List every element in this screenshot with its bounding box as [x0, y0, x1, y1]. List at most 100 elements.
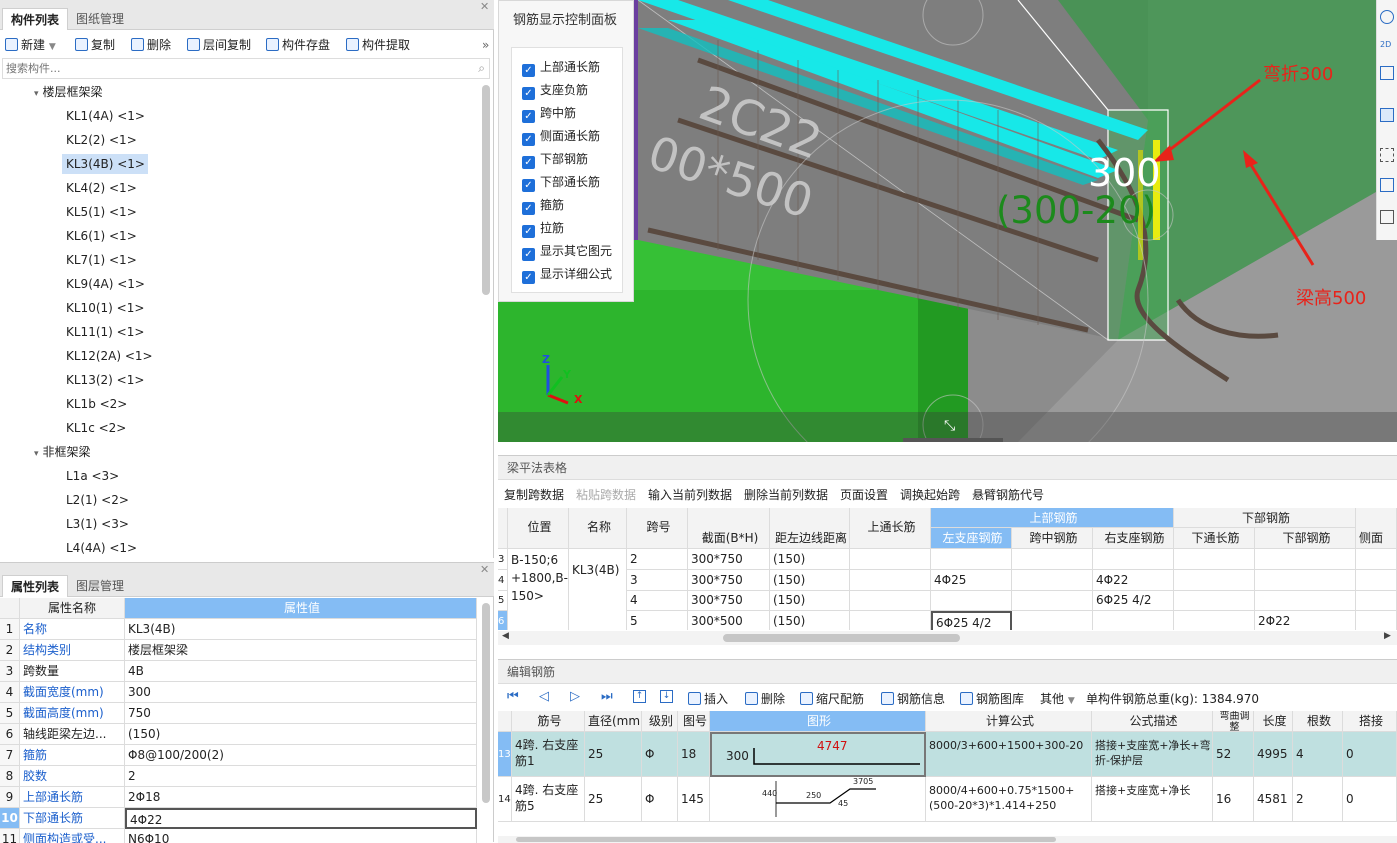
view-cube-icon[interactable]	[1380, 108, 1394, 122]
tab-component-list[interactable]: 构件列表	[2, 8, 69, 30]
pingfa-tool-3[interactable]: 删除当前列数据	[744, 483, 828, 507]
tree-group-frame-beam[interactable]: ▾ 楼层框架梁	[34, 82, 103, 102]
grade-cell[interactable]: Φ	[642, 732, 678, 777]
tree-item-beam[interactable]: KL7(1) <1>	[62, 250, 141, 270]
property-value[interactable]: (150)	[125, 724, 477, 745]
first-record-icon[interactable]: ⏮	[507, 689, 519, 704]
side-cell[interactable]	[1356, 610, 1397, 630]
shape-cell[interactable]: 440 250 3705 45	[710, 777, 926, 822]
tree-item-beam[interactable]: L1a <3>	[62, 466, 123, 486]
extract-component-button[interactable]: 构件提取	[346, 33, 410, 57]
side-cell[interactable]	[1356, 590, 1397, 611]
bottom-rebar-cell[interactable]	[1255, 590, 1356, 611]
checkbox-row[interactable]: ✓ 下部通长筋	[522, 173, 600, 192]
tree-item-beam[interactable]: KL13(2) <1>	[62, 370, 148, 390]
3d-viewport[interactable]: 300 (300-20) 2C22 00*500 弯折300 梁高500 Z Y…	[498, 0, 1397, 442]
edit-scroll-thumb[interactable]	[516, 837, 1056, 842]
bottom-cont-cell[interactable]	[1174, 590, 1255, 611]
more-arrow-icon[interactable]: »	[482, 33, 489, 57]
tree-item-beam[interactable]: KL11(1) <1>	[62, 322, 148, 342]
span-cell[interactable]: 2	[627, 549, 688, 570]
mid-cell[interactable]	[1012, 590, 1093, 611]
top-cont-cell[interactable]	[850, 569, 931, 591]
count-cell[interactable]: 2	[1293, 777, 1343, 822]
pingfa-tool-1[interactable]: 粘贴跨数据	[576, 483, 636, 507]
dist-cell[interactable]: (150)	[770, 549, 850, 570]
move-up-icon[interactable]: ↑	[633, 690, 646, 703]
left-support-cell[interactable]: 4Φ25	[931, 569, 1012, 591]
tree-item-beam[interactable]: KL3(4B) <1>	[62, 154, 148, 174]
checkbox-checked-icon[interactable]: ✓	[522, 156, 535, 169]
checkbox-checked-icon[interactable]: ✓	[522, 225, 535, 238]
search-input[interactable]	[3, 59, 443, 78]
left-support-cell[interactable]	[931, 590, 1012, 611]
bottom-rebar-cell[interactable]	[1255, 569, 1356, 591]
tab-drawing-management[interactable]: 图纸管理	[68, 8, 132, 30]
property-value[interactable]: Φ8@100/200(2)	[125, 745, 477, 766]
pingfa-tool-5[interactable]: 调换起始跨	[900, 483, 960, 507]
select-icon[interactable]	[1380, 148, 1394, 162]
property-value[interactable]: KL3(4B)	[125, 619, 477, 640]
formula-cell[interactable]: 8000/3+600+1500+300-20	[926, 732, 1092, 777]
tree-item-beam[interactable]: KL5(1) <1>	[62, 202, 141, 222]
bend-adj-cell[interactable]: 52	[1213, 732, 1254, 777]
tab-property-list[interactable]: 属性列表	[2, 575, 69, 597]
dist-cell[interactable]: (150)	[770, 569, 850, 591]
right-support-cell[interactable]	[1093, 610, 1174, 630]
checkbox-checked-icon[interactable]: ✓	[522, 133, 535, 146]
scroll-left-icon[interactable]: ◀	[502, 631, 509, 641]
scale-rebar-button[interactable]: 缩尺配筋	[800, 687, 864, 711]
checkbox-checked-icon[interactable]: ✓	[522, 87, 535, 100]
checkbox-row[interactable]: ✓ 显示详细公式	[522, 265, 612, 284]
formula-desc-cell[interactable]: 搭接+支座宽+净长+弯折-保护层	[1092, 732, 1213, 777]
tree-scrollbar[interactable]	[482, 85, 490, 295]
copy-button[interactable]: 复制	[75, 33, 115, 57]
length-cell[interactable]: 4581	[1254, 777, 1293, 822]
checkbox-row[interactable]: ✓ 跨中筋	[522, 104, 576, 123]
tree-item-beam[interactable]: KL4(2) <1>	[62, 178, 141, 198]
tree-item-beam[interactable]: KL9(4A) <1>	[62, 274, 149, 294]
list-icon[interactable]	[1380, 210, 1394, 224]
new-button[interactable]: 新建 ▼	[5, 33, 56, 57]
tree-item-beam[interactable]: KL1c <2>	[62, 418, 130, 438]
search-icon[interactable]: ⌕	[478, 61, 485, 76]
property-value[interactable]: N6Φ10	[125, 829, 477, 843]
checkbox-row[interactable]: ✓ 显示其它图元	[522, 242, 612, 261]
rebar-name-cell[interactable]: 4跨. 右支座筋5	[512, 777, 585, 822]
top-cont-cell[interactable]	[850, 610, 931, 630]
close-icon[interactable]: ✕	[480, 0, 489, 13]
grade-cell[interactable]: Φ	[642, 777, 678, 822]
lap-cell[interactable]: 0	[1343, 777, 1397, 822]
property-value[interactable]: 300	[125, 682, 477, 703]
checkbox-row[interactable]: ✓ 下部钢筋	[522, 150, 588, 169]
span-cell[interactable]: 4	[627, 590, 688, 611]
checkbox-row[interactable]: ✓ 上部通长筋	[522, 58, 600, 77]
prev-record-icon[interactable]: ◁	[539, 689, 549, 704]
checkbox-checked-icon[interactable]: ✓	[522, 248, 535, 261]
span-cell[interactable]: 3	[627, 569, 688, 591]
property-value[interactable]: 2Φ18	[125, 787, 477, 808]
bottom-cont-cell[interactable]	[1174, 549, 1255, 570]
section-cell[interactable]: 300*750	[688, 569, 770, 591]
top-cont-cell[interactable]	[850, 590, 931, 611]
tree-group-nonframe-beam[interactable]: ▾ 非框架梁	[34, 442, 91, 462]
dist-cell[interactable]: (150)	[770, 610, 850, 630]
tree-item-beam[interactable]: KL12(2A) <1>	[62, 346, 157, 366]
span-cell[interactable]: 5	[627, 610, 688, 630]
left-support-cell[interactable]: 6Φ25 4/2	[931, 610, 1012, 630]
shape-cell[interactable]: 300 4747	[710, 732, 926, 777]
property-value[interactable]: 4B	[125, 661, 477, 682]
orbit-icon[interactable]	[1380, 10, 1394, 24]
last-record-icon[interactable]: ⏭	[601, 689, 613, 704]
property-scrollbar[interactable]	[482, 603, 490, 803]
side-cell[interactable]	[1356, 549, 1397, 570]
dist-cell[interactable]: (150)	[770, 590, 850, 611]
mid-cell[interactable]	[1012, 569, 1093, 591]
pingfa-tool-2[interactable]: 输入当前列数据	[648, 483, 732, 507]
delete-button[interactable]: 删除	[131, 33, 171, 57]
tree-item-beam[interactable]: KL6(1) <1>	[62, 226, 141, 246]
2d-icon[interactable]: 2D	[1380, 40, 1391, 49]
mid-cell[interactable]	[1012, 549, 1093, 570]
delete-rebar-button[interactable]: 删除	[745, 687, 785, 711]
property-value[interactable]: 4Φ22	[125, 808, 477, 829]
